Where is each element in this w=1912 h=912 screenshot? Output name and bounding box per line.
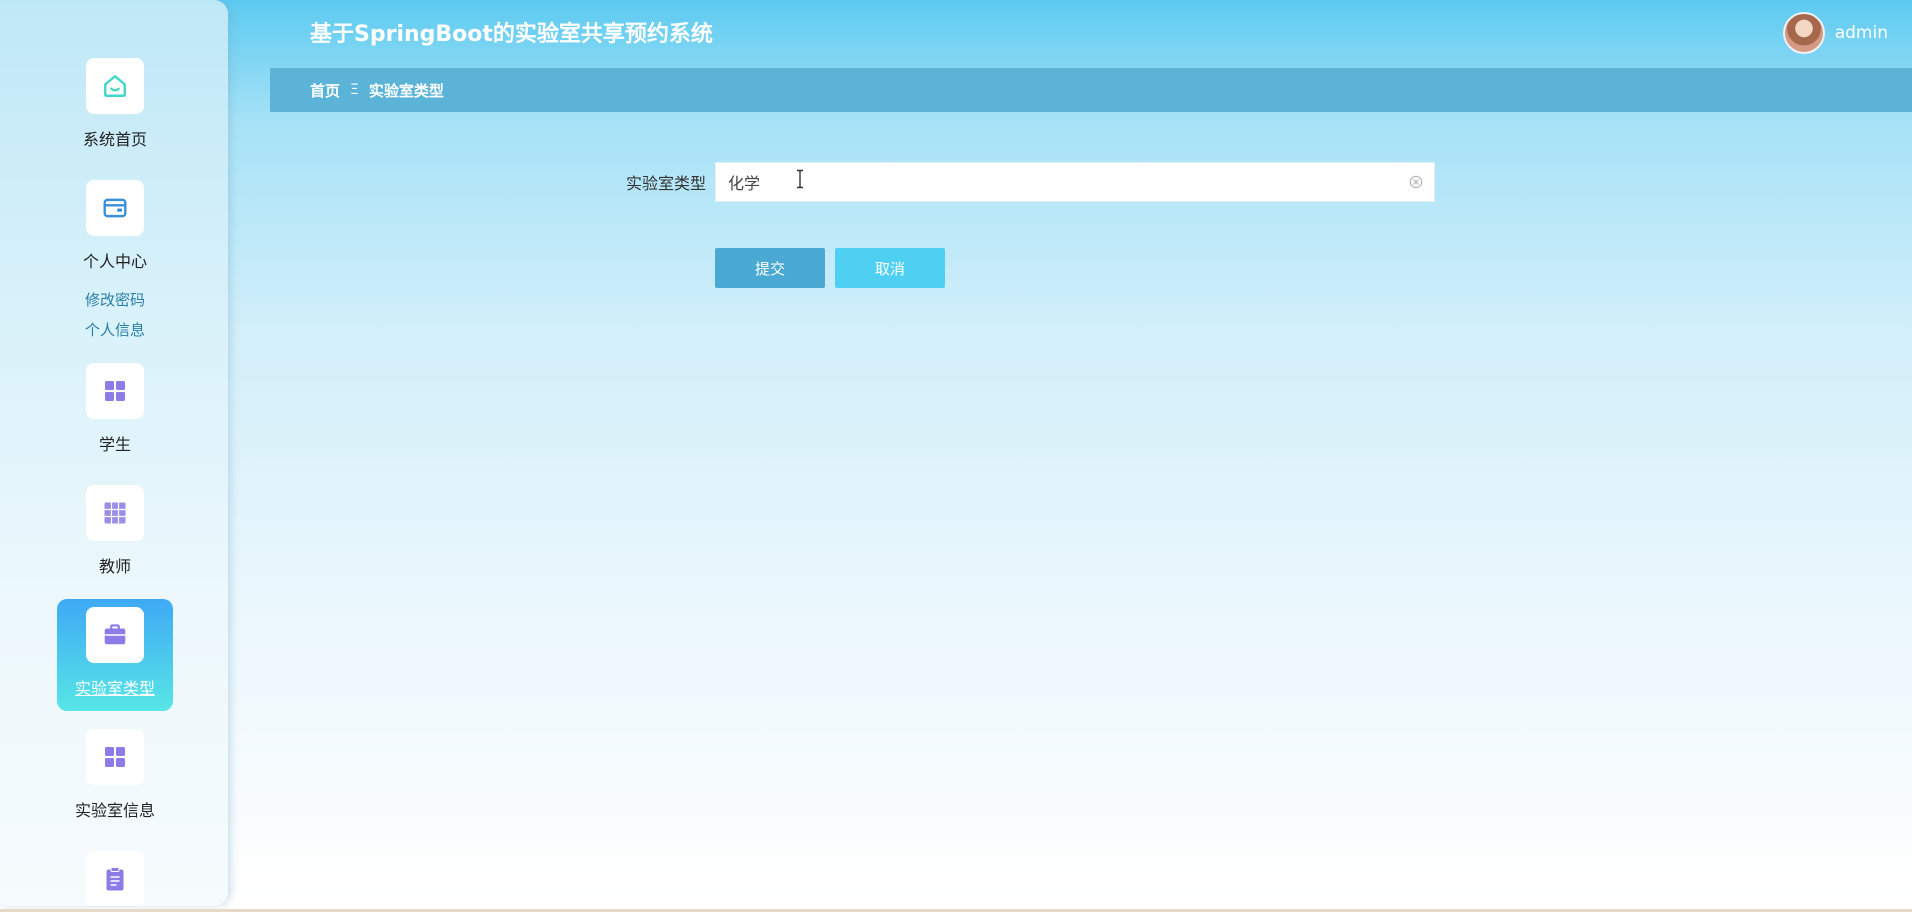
user-menu[interactable]: admin: [1782, 12, 1888, 54]
sidebar-item-students[interactable]: 学生: [57, 355, 173, 467]
home-icon: [104, 75, 126, 97]
sidebar-item-teachers[interactable]: 教师: [57, 477, 173, 589]
menu-icon-box: [86, 607, 144, 663]
sidebar-item-label: 实验室信息: [74, 801, 155, 820]
breadcrumb: 首页 Ξ 实验室类型: [270, 68, 1912, 112]
username: admin: [1834, 23, 1888, 43]
menu-icon-box: [86, 485, 144, 541]
sidebar-item-next[interactable]: [57, 843, 173, 906]
clear-input-icon[interactable]: [1408, 174, 1424, 190]
menu-icon-box: [86, 729, 144, 785]
sidebar-item-label: 学生: [98, 435, 131, 454]
menu-icon-box: [86, 363, 144, 419]
breadcrumb-home[interactable]: 首页: [310, 80, 340, 101]
lab-type-input-wrapper: [715, 162, 1435, 202]
sidebar-item-label: 教师: [98, 557, 131, 576]
sidebar-subitem-change-password[interactable]: 修改密码: [57, 289, 173, 310]
sidebar-item-lab-info[interactable]: 实验室信息: [57, 721, 173, 833]
grid-icon: [105, 381, 125, 401]
wallet-card-icon: [103, 198, 127, 218]
sidebar-item-label: 个人中心: [82, 252, 147, 271]
menu-icon-box: [86, 58, 144, 114]
sidebar: 系统首页 个人中心 修改密码 个人信息 学生 教师 实验室类型 实验室信息: [0, 0, 228, 906]
lab-type-input[interactable]: [716, 163, 1434, 201]
submit-button[interactable]: 提交: [715, 248, 825, 288]
sidebar-item-label: 系统首页: [82, 130, 147, 149]
lab-type-label: 实验室类型: [625, 174, 706, 193]
text-cursor-icon: [797, 169, 803, 189]
cancel-button[interactable]: 取消: [835, 248, 945, 288]
app-title: 基于SpringBoot的实验室共享预约系统: [310, 22, 713, 47]
sidebar-item-personal-center[interactable]: 个人中心: [57, 172, 173, 284]
breadcrumb-separator-icon: Ξ: [350, 82, 359, 98]
grid-icon: [105, 747, 125, 767]
sidebar-subitem-personal-info[interactable]: 个人信息: [57, 319, 173, 340]
table-grid-icon: [104, 502, 126, 524]
menu-icon-box: [86, 851, 144, 906]
sidebar-item-label: 实验室类型: [74, 679, 155, 698]
menu-icon-box: [86, 180, 144, 236]
briefcase-icon: [104, 624, 126, 645]
sidebar-item-home[interactable]: 系统首页: [57, 50, 173, 162]
avatar[interactable]: [1782, 12, 1825, 54]
sidebar-item-lab-type[interactable]: 实验室类型: [57, 599, 173, 711]
breadcrumb-current: 实验室类型: [368, 81, 444, 100]
clipboard-icon: [106, 867, 124, 891]
